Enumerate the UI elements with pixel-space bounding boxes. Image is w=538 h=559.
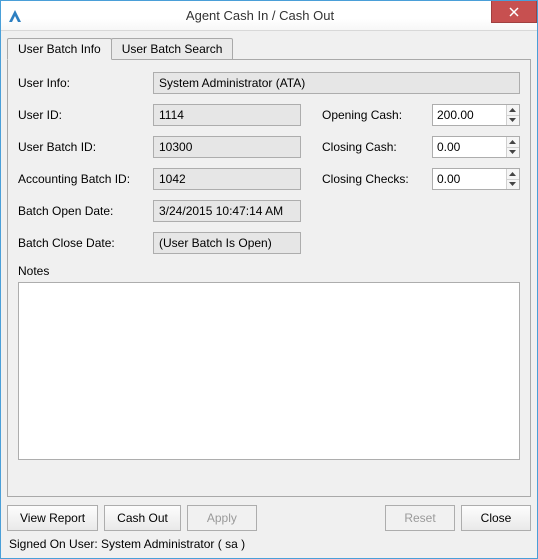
close-icon bbox=[509, 7, 519, 17]
opening-cash-down[interactable] bbox=[507, 116, 519, 126]
label-closing-checks: Closing Checks: bbox=[322, 172, 432, 186]
field-user-batch-id: 10300 bbox=[153, 136, 301, 158]
window-title: Agent Cash In / Cash Out bbox=[29, 8, 491, 23]
closing-checks-down[interactable] bbox=[507, 180, 519, 190]
field-user-info: System Administrator (ATA) bbox=[153, 72, 520, 94]
closing-cash-stepper[interactable] bbox=[432, 136, 520, 158]
chevron-down-icon bbox=[509, 182, 516, 186]
apply-button: Apply bbox=[187, 505, 257, 531]
chevron-down-icon bbox=[509, 118, 516, 122]
closing-cash-down[interactable] bbox=[507, 148, 519, 158]
closing-checks-stepper[interactable] bbox=[432, 168, 520, 190]
field-acct-batch-id: 1042 bbox=[153, 168, 301, 190]
tab-user-batch-search[interactable]: User Batch Search bbox=[111, 38, 234, 60]
label-notes: Notes bbox=[18, 264, 520, 278]
tab-strip: User Batch Info User Batch Search bbox=[7, 37, 531, 59]
label-opening-cash: Opening Cash: bbox=[322, 108, 432, 122]
client-area: User Batch Info User Batch Search User I… bbox=[1, 31, 537, 558]
label-user-batch-id: User Batch ID: bbox=[18, 140, 153, 154]
view-report-button[interactable]: View Report bbox=[7, 505, 98, 531]
closing-cash-input[interactable] bbox=[433, 137, 506, 157]
reset-button: Reset bbox=[385, 505, 455, 531]
chevron-up-icon bbox=[509, 108, 516, 112]
chevron-up-icon bbox=[509, 172, 516, 176]
label-user-id: User ID: bbox=[18, 108, 153, 122]
label-batch-close: Batch Close Date: bbox=[18, 236, 153, 250]
app-icon bbox=[7, 8, 23, 24]
label-user-info: User Info: bbox=[18, 76, 153, 90]
closing-checks-up[interactable] bbox=[507, 169, 519, 180]
chevron-down-icon bbox=[509, 150, 516, 154]
field-batch-close: (User Batch Is Open) bbox=[153, 232, 301, 254]
chevron-up-icon bbox=[509, 140, 516, 144]
tab-user-batch-info[interactable]: User Batch Info bbox=[7, 38, 112, 60]
window-close-button[interactable] bbox=[491, 1, 537, 23]
label-batch-open: Batch Open Date: bbox=[18, 204, 153, 218]
button-row: View Report Cash Out Apply Reset Close bbox=[7, 505, 531, 531]
opening-cash-up[interactable] bbox=[507, 105, 519, 116]
field-batch-open: 3/24/2015 10:47:14 AM bbox=[153, 200, 301, 222]
opening-cash-stepper[interactable] bbox=[432, 104, 520, 126]
tab-panel-info: User Info: System Administrator (ATA) Us… bbox=[7, 59, 531, 497]
label-closing-cash: Closing Cash: bbox=[322, 140, 432, 154]
opening-cash-input[interactable] bbox=[433, 105, 506, 125]
close-button[interactable]: Close bbox=[461, 505, 531, 531]
label-acct-batch-id: Accounting Batch ID: bbox=[18, 172, 153, 186]
field-user-id: 1114 bbox=[153, 104, 301, 126]
notes-textarea[interactable] bbox=[18, 282, 520, 460]
titlebar: Agent Cash In / Cash Out bbox=[1, 1, 537, 31]
closing-checks-input[interactable] bbox=[433, 169, 506, 189]
closing-cash-up[interactable] bbox=[507, 137, 519, 148]
cash-out-button[interactable]: Cash Out bbox=[104, 505, 181, 531]
status-bar: Signed On User: System Administrator ( s… bbox=[7, 535, 531, 553]
